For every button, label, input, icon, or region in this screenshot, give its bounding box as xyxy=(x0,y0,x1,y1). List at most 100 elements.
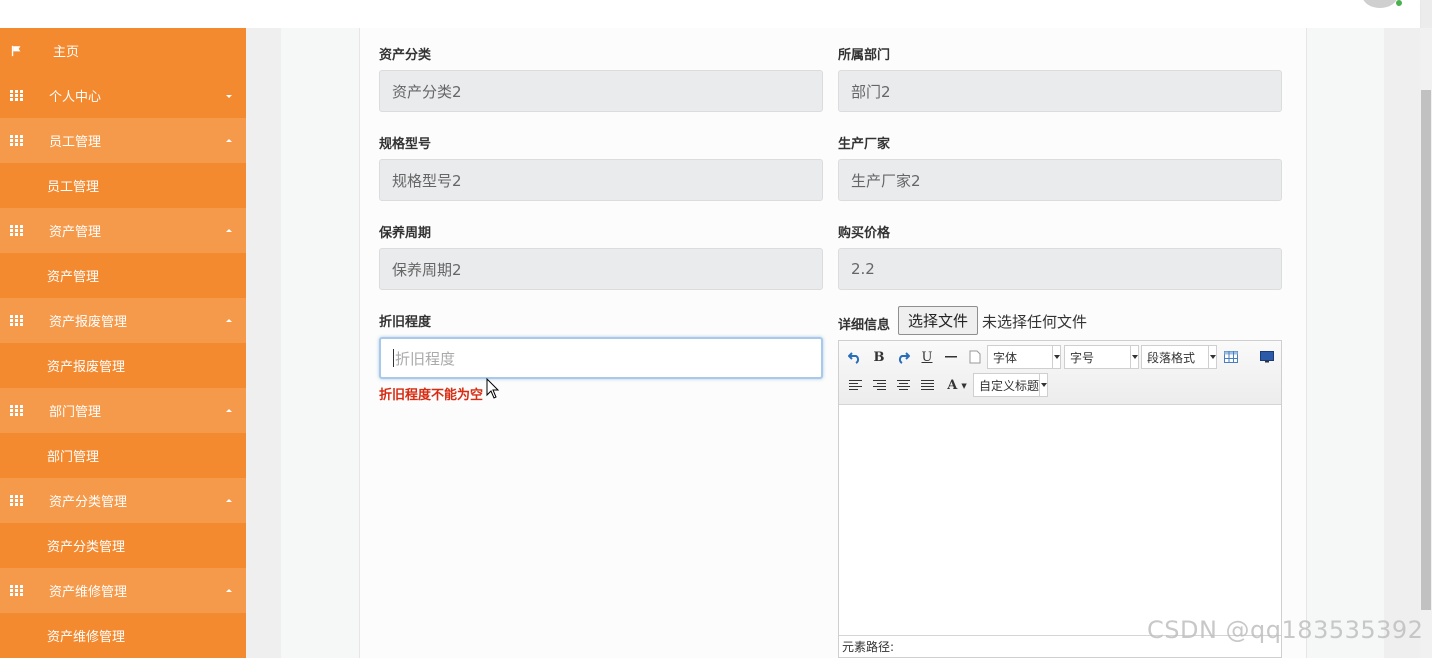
align-justify-icon[interactable] xyxy=(918,376,936,394)
sidebar-subitem-asset-management[interactable]: 资产管理 xyxy=(0,253,246,298)
sidebar-item-home[interactable]: 主页 xyxy=(0,28,246,73)
price-field[interactable]: 2.2 xyxy=(838,248,1282,290)
font-size-select[interactable]: 字号 xyxy=(1064,345,1139,369)
caret-up-icon xyxy=(226,588,232,592)
sidebar-subitem-asset-scrap-management[interactable]: 资产报废管理 xyxy=(0,343,246,388)
redo-icon[interactable] xyxy=(894,348,912,366)
choose-file-button[interactable]: 选择文件 xyxy=(898,306,978,335)
preview-icon[interactable] xyxy=(1258,348,1276,366)
bold-icon[interactable]: B xyxy=(870,348,888,366)
watermark: CSDN @qq183535392 xyxy=(1147,616,1424,644)
category-value: 资产分类2 xyxy=(392,82,462,101)
department-label: 所属部门 xyxy=(838,48,891,63)
sidebar-item-asset-scrap-management[interactable]: 资产报废管理 xyxy=(0,298,246,343)
sidebar-item-personal-center[interactable]: 个人中心 xyxy=(0,73,246,118)
horizontal-rule-icon[interactable] xyxy=(942,348,960,366)
user-avatar[interactable] xyxy=(1362,0,1398,8)
grid-icon xyxy=(10,584,24,597)
page-scrollbar-thumb[interactable] xyxy=(1421,90,1431,610)
sidebar-subitem-employee-management[interactable]: 员工管理 xyxy=(0,163,246,208)
sidebar-item-label: 员工管理 xyxy=(49,135,102,150)
manufacturer-value: 生产厂家2 xyxy=(851,171,921,190)
sidebar-subitem-label: 资产分类管理 xyxy=(47,540,126,555)
font-color-icon[interactable]: A ▼ xyxy=(942,376,972,394)
grid-icon xyxy=(10,494,24,507)
department-field[interactable]: 部门2 xyxy=(838,70,1282,112)
grid-icon xyxy=(10,134,24,147)
top-bar xyxy=(0,0,1420,28)
sidebar-subitem-label: 资产维修管理 xyxy=(47,630,126,645)
caret-up-icon xyxy=(226,228,232,232)
grid-icon xyxy=(10,224,24,237)
category-field[interactable]: 资产分类2 xyxy=(379,70,823,112)
custom-title-select[interactable]: 自定义标题 xyxy=(973,373,1048,397)
table-icon[interactable] xyxy=(1222,348,1240,366)
grid-icon xyxy=(10,89,24,102)
sidebar-subitem-label: 部门管理 xyxy=(47,450,100,465)
manufacturer-label: 生产厂家 xyxy=(838,137,891,152)
depreciation-label: 折旧程度 xyxy=(379,315,432,330)
caret-up-icon xyxy=(226,138,232,142)
price-label: 购买价格 xyxy=(838,226,891,241)
sidebar-item-label: 主页 xyxy=(53,45,80,60)
sidebar-item-department-management[interactable]: 部门管理 xyxy=(0,388,246,433)
font-size-select-label: 字号 xyxy=(1070,350,1095,365)
spec-field[interactable]: 规格型号2 xyxy=(379,159,823,201)
depreciation-error: 折旧程度不能为空 xyxy=(379,388,484,403)
maintenance-value: 保养周期2 xyxy=(392,260,462,279)
align-left-icon[interactable] xyxy=(846,376,864,394)
grid-icon xyxy=(10,404,24,417)
caret-down-icon xyxy=(226,94,232,98)
mouse-cursor-icon xyxy=(486,378,500,399)
text-caret xyxy=(393,349,394,367)
sidebar-item-label: 资产维修管理 xyxy=(49,585,128,600)
paragraph-format-select-label: 段落格式 xyxy=(1147,350,1196,365)
depreciation-input[interactable]: 折旧程度 xyxy=(379,337,823,379)
sidebar-item-employee-management[interactable]: 员工管理 xyxy=(0,118,246,163)
sidebar-item-label: 部门管理 xyxy=(49,405,102,420)
sidebar-subitem-label: 资产管理 xyxy=(47,270,100,285)
sidebar-item-label: 资产报废管理 xyxy=(49,315,128,330)
align-center-icon[interactable] xyxy=(894,376,912,394)
category-label: 资产分类 xyxy=(379,48,432,63)
sidebar: 主页 个人中心 员工管理 员工管理 资产管理 资产管理 资产报废管理 资产报废管… xyxy=(0,28,246,658)
custom-title-select-label: 自定义标题 xyxy=(979,378,1040,393)
detail-label: 详细信息 xyxy=(838,318,891,333)
sidebar-item-asset-repair-management[interactable]: 资产维修管理 xyxy=(0,568,246,613)
grid-icon xyxy=(10,314,24,327)
sidebar-item-label: 资产分类管理 xyxy=(49,495,128,510)
undo-icon[interactable] xyxy=(846,348,864,366)
align-right-icon[interactable] xyxy=(870,376,888,394)
caret-up-icon xyxy=(226,408,232,412)
underline-icon[interactable]: U xyxy=(918,348,936,366)
price-value: 2.2 xyxy=(851,260,875,278)
rich-text-editor: B U 字体 字号 段落格式 A ▼ 自定义标题 元素路径: xyxy=(838,340,1282,658)
sidebar-item-label: 资产管理 xyxy=(49,225,102,240)
new-document-icon[interactable] xyxy=(966,348,984,366)
sidebar-subitem-asset-category-management[interactable]: 资产分类管理 xyxy=(0,523,246,568)
sidebar-subitem-label: 资产报废管理 xyxy=(47,360,126,375)
caret-up-icon xyxy=(226,318,232,322)
flag-icon xyxy=(11,45,21,56)
manufacturer-field[interactable]: 生产厂家2 xyxy=(838,159,1282,201)
maintenance-field[interactable]: 保养周期2 xyxy=(379,248,823,290)
sidebar-subitem-department-management[interactable]: 部门管理 xyxy=(0,433,246,478)
font-family-select[interactable]: 字体 xyxy=(987,345,1061,369)
file-status-text: 未选择任何文件 xyxy=(982,313,1088,331)
spec-value: 规格型号2 xyxy=(392,171,462,190)
editor-content-area[interactable] xyxy=(839,405,1281,635)
spec-label: 规格型号 xyxy=(379,137,432,152)
editor-toolbar: B U 字体 字号 段落格式 A ▼ 自定义标题 xyxy=(839,341,1281,405)
online-status-dot xyxy=(1396,0,1402,6)
font-family-select-label: 字体 xyxy=(993,350,1018,365)
maintenance-label: 保养周期 xyxy=(379,226,432,241)
sidebar-subitem-asset-repair-management[interactable]: 资产维修管理 xyxy=(0,613,246,658)
department-value: 部门2 xyxy=(851,82,891,101)
sidebar-item-label: 个人中心 xyxy=(49,90,102,105)
sidebar-item-asset-category-management[interactable]: 资产分类管理 xyxy=(0,478,246,523)
depreciation-placeholder: 折旧程度 xyxy=(395,349,456,368)
sidebar-subitem-label: 员工管理 xyxy=(47,180,100,195)
caret-up-icon xyxy=(226,498,232,502)
sidebar-item-asset-management[interactable]: 资产管理 xyxy=(0,208,246,253)
paragraph-format-select[interactable]: 段落格式 xyxy=(1141,345,1217,369)
